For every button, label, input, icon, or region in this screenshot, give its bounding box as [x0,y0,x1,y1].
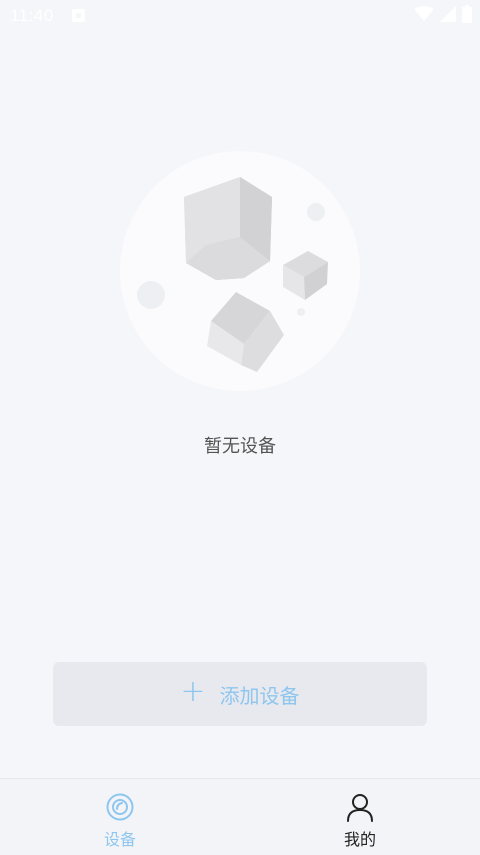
signal-icon [440,6,456,22]
add-device-button[interactable]: + 添加设备 [53,662,427,726]
add-device-label: 添加设备 [219,683,300,708]
status-icons [414,5,472,23]
empty-state-message: 暂无设备 [204,436,276,457]
status-bar: 11:40 [0,0,480,32]
battery-icon [462,5,472,23]
plus-icon: + [180,674,206,709]
status-time: 11:40 [10,6,54,25]
wifi-icon [414,6,434,21]
nav-item-devices[interactable]: 设备 [0,779,240,855]
nav-item-mine[interactable]: 我的 [240,779,480,855]
notification-icon [72,9,85,22]
bottom-navigation: 设备 我的 [0,778,480,855]
person-icon [347,794,373,822]
nav-label-mine: 我的 [343,830,376,849]
empty-boxes-illustration [120,151,360,391]
nav-label-devices: 设备 [103,830,136,849]
device-icon [106,793,134,821]
